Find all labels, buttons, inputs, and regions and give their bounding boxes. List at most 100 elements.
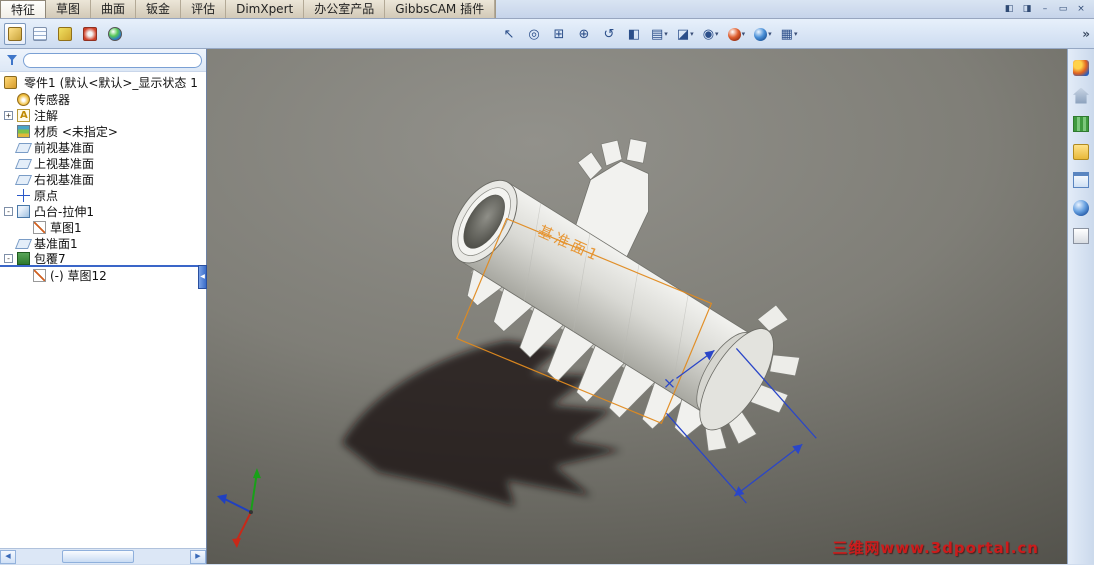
minimize-button[interactable]: – [1037,2,1053,16]
tree-item-wrap7[interactable]: - 包覆7 [0,251,206,267]
part-icon [4,76,17,89]
taskpane-appearances[interactable] [1071,197,1092,218]
section-view-button[interactable]: ◧ ▾ [623,22,645,46]
feature-tree: 零件1 (默认<默认>_显示状态 1 传感器 + 注解 材质 <未指 [0,72,206,283]
tree-item-boss-extrude1[interactable]: - 凸台-拉伸1 [0,203,206,219]
view-tool-icon: ◉ [702,26,715,42]
display-style-button[interactable]: ◪ ▾ [674,22,697,46]
tab-sketch[interactable]: 草图 [46,0,92,18]
tree-item-label: 注解 [34,108,59,123]
view-tool-icon: ▤ [651,26,664,42]
tree-item-icon [17,157,30,170]
dimxpertmanager-tab[interactable] [79,23,101,45]
view-orientation-button[interactable]: ▤ ▾ [648,22,671,46]
taskpane-toolbox[interactable] [1071,113,1092,134]
watermark: 三维网www.3dportal.cn [832,539,1039,557]
commandmanager-tab-bar: 特征 草图 曲面 钣金 评估 DimXpert 办公室产品 GibbsCAM 插件 ◧ ◨ – ▭ × [0,0,1094,19]
featuremanager-tab[interactable] [4,22,26,45]
taskpane-design-library[interactable] [1071,85,1092,106]
dock-pane-left-button[interactable]: ◧ [1001,2,1017,16]
graphics-viewport[interactable]: 基准面1 三维网www.3dportal.cn [207,49,1067,564]
hide-show-items-button[interactable]: ◉ ▾ [700,22,722,46]
zoom-area-button[interactable]: ⊞ ▾ [548,22,570,46]
tree-item-icon [17,173,30,186]
horizontal-scrollbar[interactable]: ◀ ▶ [0,548,206,564]
panel-collapse-button[interactable]: ◀ [198,265,207,289]
expander-icon[interactable]: + [4,110,13,120]
tree-item-right-plane[interactable]: 右视基准面 [0,171,206,187]
tree-item-plane1[interactable]: 基准面1 [0,235,206,251]
tree-item-sketch12[interactable]: (-) 草图12 [0,267,206,283]
task-pane-icon [1073,143,1089,160]
tree-item-top-plane[interactable]: 上视基准面 [0,155,206,171]
scroll-left-button[interactable]: ◀ [0,549,16,564]
taskpane-file-explorer[interactable] [1071,141,1092,162]
tab-gibbscam[interactable]: GibbsCAM 插件 [385,0,496,18]
task-pane-icon [1073,171,1089,188]
tree-item-icon [17,108,30,122]
tree-item-origin[interactable]: 原点 [0,187,206,203]
tab-label: 草图 [56,2,81,16]
manager-tab-icon [83,26,97,41]
manager-tab-strip [0,19,207,48]
zoom-in-out-button[interactable]: ⊕ ▾ [573,22,595,46]
displaymanager-tab[interactable] [104,23,126,45]
main-toolbar: » ↖ ▾ ◎ ▾ ⊞ ▾ ⊕ ▾ ↺ ▾ ◧ ▾ ▤ ▾ [0,19,1094,49]
view-tool-icon [754,27,768,41]
edit-appearance-button[interactable]: ▾ [725,22,749,46]
close-button[interactable]: × [1073,2,1089,16]
tree-item-icon [17,251,30,265]
restore-button[interactable]: ▭ [1055,2,1071,16]
tree-item-material[interactable]: 材质 <未指定> [0,123,206,139]
tree-item-front-plane[interactable]: 前视基准面 [0,139,206,155]
expander-icon[interactable]: - [4,206,13,216]
view-tool-icon: ↖ [503,26,515,42]
window-button-glyph: ▭ [1058,4,1068,14]
viewport-canvas[interactable]: 基准面1 [207,49,1067,564]
chevron-down-icon: ▾ [664,30,668,38]
tab-label: 办公室产品 [314,2,375,16]
tab-dimxpert[interactable]: DimXpert [226,0,305,18]
tree-item-icon [17,124,30,138]
manager-overflow-button[interactable]: » [1082,27,1094,41]
tab-evaluate[interactable]: 评估 [181,0,227,18]
tab-office-products[interactable]: 办公室产品 [304,0,386,18]
scroll-right-button[interactable]: ▶ [190,549,206,564]
configurationmanager-tab[interactable] [54,23,76,45]
select-tool-button[interactable]: ↖ ▾ [498,22,520,46]
tab-sheet-metal[interactable]: 钣金 [136,0,182,18]
tab-label: DimXpert [236,2,294,16]
tree-filter-bar [0,49,206,72]
tab-surfaces[interactable]: 曲面 [91,0,137,18]
task-pane-icon [1073,115,1089,132]
expander-icon[interactable]: - [4,253,13,263]
manager-tab-icon [8,26,22,41]
task-pane-icon [1073,227,1089,244]
tab-features[interactable]: 特征 [0,0,47,18]
part-config-suffix: (默认<默认>_显示状态 1 [59,76,198,90]
zoom-fit-button[interactable]: ◎ ▾ [523,22,545,46]
tree-item-sketch1[interactable]: 草图1 [0,219,206,235]
chevron-down-icon: ▾ [768,30,772,38]
filter-funnel-button[interactable] [4,52,20,68]
dock-pane-right-button[interactable]: ◨ [1019,2,1035,16]
view-settings-button[interactable]: ▦ ▾ [778,22,801,46]
tree-item-label: 材质 <未指定> [34,124,118,139]
chevron-down-icon: ▾ [690,30,694,38]
tree-item-label: 凸台-拉伸1 [34,204,94,219]
tree-item-annotations[interactable]: + 注解 [0,107,206,123]
rotate-view-button[interactable]: ↺ ▾ [598,22,620,46]
apply-scene-button[interactable]: ▾ [751,22,775,46]
tree-root-part[interactable]: 零件1 (默认<默认>_显示状态 1 [0,74,206,91]
taskpane-solidworks-resources[interactable] [1071,57,1092,78]
tree-filter-input[interactable] [23,52,202,68]
scrollbar-thumb[interactable] [62,550,134,563]
tree-item-sensors[interactable]: 传感器 [0,91,206,107]
propertymanager-tab[interactable] [29,23,51,45]
taskpane-custom-properties[interactable] [1071,225,1092,246]
tree-item-icon [17,204,30,218]
view-tool-icon: ▦ [780,26,793,42]
model-shadow [341,340,622,507]
tree-item-icon [17,141,30,154]
taskpane-view-palette[interactable] [1071,169,1092,190]
